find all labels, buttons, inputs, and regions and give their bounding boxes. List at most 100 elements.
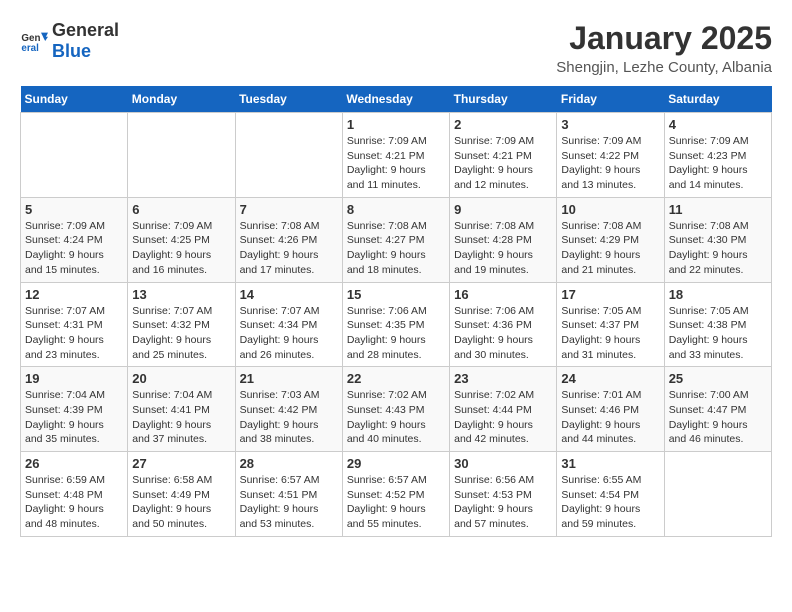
day-number: 17 [561,287,659,302]
day-number: 21 [240,371,338,386]
day-cell: 11 Sunrise: 7:08 AM Sunset: 4:30 PM Dayli… [664,197,771,282]
logo-icon: Gen eral [20,27,48,55]
day-number: 1 [347,117,445,132]
day-info: Sunrise: 7:07 AM Sunset: 4:32 PM Dayligh… [132,304,230,363]
day-number: 31 [561,456,659,471]
day-info: Sunrise: 6:58 AM Sunset: 4:49 PM Dayligh… [132,473,230,532]
day-info: Sunrise: 7:08 AM Sunset: 4:30 PM Dayligh… [669,219,767,278]
day-number: 30 [454,456,552,471]
day-number: 25 [669,371,767,386]
day-info: Sunrise: 7:03 AM Sunset: 4:42 PM Dayligh… [240,388,338,447]
day-header-wednesday: Wednesday [342,86,449,113]
day-info: Sunrise: 7:05 AM Sunset: 4:37 PM Dayligh… [561,304,659,363]
day-info: Sunrise: 7:09 AM Sunset: 4:22 PM Dayligh… [561,134,659,193]
week-row-1: 5 Sunrise: 7:09 AM Sunset: 4:24 PM Daylig… [21,197,772,282]
day-info: Sunrise: 7:04 AM Sunset: 4:41 PM Dayligh… [132,388,230,447]
calendar-subtitle: Shengjin, Lezhe County, Albania [556,59,772,76]
page-header: Gen eral General Blue January 2025 Sheng… [20,20,772,76]
day-number: 13 [132,287,230,302]
day-cell: 20 Sunrise: 7:04 AM Sunset: 4:41 PM Dayli… [128,367,235,452]
day-cell: 16Sunrise: 7:06 AM Sunset: 4:36 PM Dayli… [450,282,557,367]
day-info: Sunrise: 7:02 AM Sunset: 4:43 PM Dayligh… [347,388,445,447]
day-info: Sunrise: 6:59 AM Sunset: 4:48 PM Dayligh… [25,473,123,532]
day-header-monday: Monday [128,86,235,113]
day-cell: 25 Sunrise: 7:00 AM Sunset: 4:47 PM Dayli… [664,367,771,452]
day-cell: 13 Sunrise: 7:07 AM Sunset: 4:32 PM Dayli… [128,282,235,367]
week-row-3: 19 Sunrise: 7:04 AM Sunset: 4:39 PM Dayli… [21,367,772,452]
day-cell: 24Sunrise: 7:01 AM Sunset: 4:46 PM Dayli… [557,367,664,452]
day-info: Sunrise: 7:09 AM Sunset: 4:25 PM Dayligh… [132,219,230,278]
day-number: 7 [240,202,338,217]
svg-text:eral: eral [21,43,39,54]
day-number: 22 [347,371,445,386]
day-cell: 22 Sunrise: 7:02 AM Sunset: 4:43 PM Dayli… [342,367,449,452]
day-info: Sunrise: 6:57 AM Sunset: 4:51 PM Dayligh… [240,473,338,532]
day-cell: 10 Sunrise: 7:08 AM Sunset: 4:29 PM Dayli… [557,197,664,282]
day-header-thursday: Thursday [450,86,557,113]
day-info: Sunrise: 6:56 AM Sunset: 4:53 PM Dayligh… [454,473,552,532]
days-header-row: SundayMondayTuesdayWednesdayThursdayFrid… [21,86,772,113]
week-row-0: 1 Sunrise: 7:09 AM Sunset: 4:21 PM Daylig… [21,113,772,198]
day-cell [235,113,342,198]
day-cell: 12 Sunrise: 7:07 AM Sunset: 4:31 PM Dayli… [21,282,128,367]
day-number: 9 [454,202,552,217]
day-cell [128,113,235,198]
day-number: 28 [240,456,338,471]
day-number: 23 [454,371,552,386]
day-info: Sunrise: 7:09 AM Sunset: 4:21 PM Dayligh… [347,134,445,193]
day-info: Sunrise: 7:02 AM Sunset: 4:44 PM Dayligh… [454,388,552,447]
day-number: 2 [454,117,552,132]
week-row-2: 12 Sunrise: 7:07 AM Sunset: 4:31 PM Dayli… [21,282,772,367]
day-cell: 1 Sunrise: 7:09 AM Sunset: 4:21 PM Daylig… [342,113,449,198]
day-header-friday: Friday [557,86,664,113]
day-info: Sunrise: 7:09 AM Sunset: 4:24 PM Dayligh… [25,219,123,278]
day-cell [21,113,128,198]
day-cell: 4Sunrise: 7:09 AM Sunset: 4:23 PM Daylig… [664,113,771,198]
day-number: 11 [669,202,767,217]
day-cell: 15Sunrise: 7:06 AM Sunset: 4:35 PM Dayli… [342,282,449,367]
day-info: Sunrise: 7:00 AM Sunset: 4:47 PM Dayligh… [669,388,767,447]
day-number: 19 [25,371,123,386]
day-number: 27 [132,456,230,471]
day-info: Sunrise: 7:08 AM Sunset: 4:28 PM Dayligh… [454,219,552,278]
day-cell: 30 Sunrise: 6:56 AM Sunset: 4:53 PM Dayli… [450,452,557,537]
calendar-title: January 2025 [556,20,772,57]
day-number: 10 [561,202,659,217]
day-cell: 3 Sunrise: 7:09 AM Sunset: 4:22 PM Daylig… [557,113,664,198]
day-number: 29 [347,456,445,471]
day-info: Sunrise: 7:08 AM Sunset: 4:27 PM Dayligh… [347,219,445,278]
day-cell: 26Sunrise: 6:59 AM Sunset: 4:48 PM Dayli… [21,452,128,537]
day-number: 16 [454,287,552,302]
day-number: 18 [669,287,767,302]
day-cell: 21 Sunrise: 7:03 AM Sunset: 4:42 PM Dayli… [235,367,342,452]
day-cell: 29 Sunrise: 6:57 AM Sunset: 4:52 PM Dayli… [342,452,449,537]
day-info: Sunrise: 7:01 AM Sunset: 4:46 PM Dayligh… [561,388,659,447]
day-cell: 6Sunrise: 7:09 AM Sunset: 4:25 PM Daylig… [128,197,235,282]
day-number: 5 [25,202,123,217]
day-info: Sunrise: 7:08 AM Sunset: 4:29 PM Dayligh… [561,219,659,278]
day-number: 8 [347,202,445,217]
day-number: 12 [25,287,123,302]
day-cell: 18Sunrise: 7:05 AM Sunset: 4:38 PM Dayli… [664,282,771,367]
day-cell: 28 Sunrise: 6:57 AM Sunset: 4:51 PM Dayli… [235,452,342,537]
day-number: 20 [132,371,230,386]
calendar-table: SundayMondayTuesdayWednesdayThursdayFrid… [20,86,772,537]
day-cell: 27 Sunrise: 6:58 AM Sunset: 4:49 PM Dayli… [128,452,235,537]
day-cell: 7Sunrise: 7:08 AM Sunset: 4:26 PM Daylig… [235,197,342,282]
day-number: 14 [240,287,338,302]
day-info: Sunrise: 7:06 AM Sunset: 4:35 PM Dayligh… [347,304,445,363]
day-header-sunday: Sunday [21,86,128,113]
day-number: 3 [561,117,659,132]
day-header-saturday: Saturday [664,86,771,113]
day-cell: 14Sunrise: 7:07 AM Sunset: 4:34 PM Dayli… [235,282,342,367]
day-info: Sunrise: 7:07 AM Sunset: 4:31 PM Dayligh… [25,304,123,363]
day-cell: 9 Sunrise: 7:08 AM Sunset: 4:28 PM Daylig… [450,197,557,282]
week-row-4: 26Sunrise: 6:59 AM Sunset: 4:48 PM Dayli… [21,452,772,537]
day-info: Sunrise: 7:04 AM Sunset: 4:39 PM Dayligh… [25,388,123,447]
day-cell: 5 Sunrise: 7:09 AM Sunset: 4:24 PM Daylig… [21,197,128,282]
logo: Gen eral General Blue [20,20,119,62]
title-block: January 2025 Shengjin, Lezhe County, Alb… [556,20,772,76]
day-cell: 8 Sunrise: 7:08 AM Sunset: 4:27 PM Daylig… [342,197,449,282]
day-info: Sunrise: 6:57 AM Sunset: 4:52 PM Dayligh… [347,473,445,532]
day-cell [664,452,771,537]
